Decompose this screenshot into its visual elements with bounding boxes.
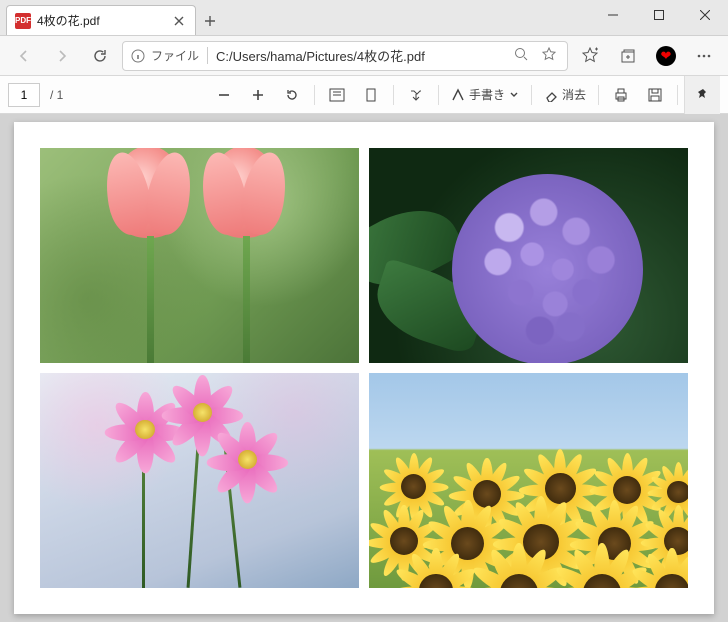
rotate-icon [284,87,300,103]
page-view-icon [363,88,379,102]
minimize-icon [608,10,618,20]
refresh-icon [92,48,108,64]
address-input[interactable]: ファイル C:/Users/hama/Pictures/4枚の花.pdf [122,41,568,71]
image-tulips [40,148,359,363]
file-label: ファイル [151,47,199,64]
image-grid [40,148,688,588]
print-button[interactable] [605,81,637,109]
pdf-viewer[interactable] [0,114,728,622]
favorite-star-icon[interactable] [539,47,559,64]
image-cosmos [40,373,359,588]
plus-icon [204,15,216,27]
eraser-icon [544,88,558,102]
close-icon [174,16,184,26]
zoom-out-button[interactable] [208,81,240,109]
read-aloud-icon [408,87,424,103]
close-icon [700,10,710,20]
browser-tab[interactable]: PDF 4枚の花.pdf [6,5,196,35]
maximize-button[interactable] [636,0,682,30]
address-path: C:/Users/hama/Pictures/4枚の花.pdf [216,46,503,65]
minus-icon [217,88,231,102]
zoom-in-button[interactable] [242,81,274,109]
draw-label: 手書き [469,86,505,103]
arrow-left-icon [16,48,32,64]
collections-button[interactable] [612,40,644,72]
arrow-right-icon [54,48,70,64]
search-icon[interactable] [511,47,531,64]
tab-title: 4枚の花.pdf [37,12,165,29]
pdf-page [14,122,714,614]
minimize-button[interactable] [590,0,636,30]
tab-strip: PDF 4枚の花.pdf [0,0,590,35]
pen-icon [451,88,465,102]
address-bar: ファイル C:/Users/hama/Pictures/4枚の花.pdf ❤ [0,36,728,76]
heart-icon: ❤ [656,46,676,66]
chevron-down-icon [509,90,519,100]
info-icon [131,49,145,63]
save-icon [647,87,663,103]
back-button[interactable] [8,40,40,72]
fit-page-button[interactable] [321,81,353,109]
ellipsis-icon [696,48,712,64]
page-view-button[interactable] [355,81,387,109]
more-button[interactable] [688,40,720,72]
rotate-button[interactable] [276,81,308,109]
pdf-file-icon: PDF [15,13,31,29]
refresh-button[interactable] [84,40,116,72]
read-aloud-button[interactable] [400,81,432,109]
erase-label: 消去 [562,86,586,103]
tab-close-button[interactable] [171,13,187,29]
pin-icon [696,88,710,102]
draw-button[interactable]: 手書き [445,81,525,109]
window-controls [590,0,728,35]
erase-button[interactable]: 消去 [538,81,592,109]
page-total: / 1 [42,88,71,102]
titlebar: PDF 4枚の花.pdf [0,0,728,36]
star-plus-icon [581,47,599,65]
favorites-button[interactable] [574,40,606,72]
pin-toolbar-button[interactable] [684,76,720,114]
image-hydrangea [369,148,688,363]
close-window-button[interactable] [682,0,728,30]
forward-button[interactable] [46,40,78,72]
print-icon [613,87,629,103]
extension-button[interactable]: ❤ [650,40,682,72]
image-sunflowers [369,373,688,588]
save-button[interactable] [639,81,671,109]
new-tab-button[interactable] [196,7,224,35]
pdf-toolbar: / 1 手書き 消去 [0,76,728,114]
collections-icon [619,47,637,65]
page-number-input[interactable] [8,83,40,107]
plus-icon [251,88,265,102]
maximize-icon [654,10,664,20]
fit-page-icon [329,88,345,102]
site-info[interactable]: ファイル [131,47,208,64]
